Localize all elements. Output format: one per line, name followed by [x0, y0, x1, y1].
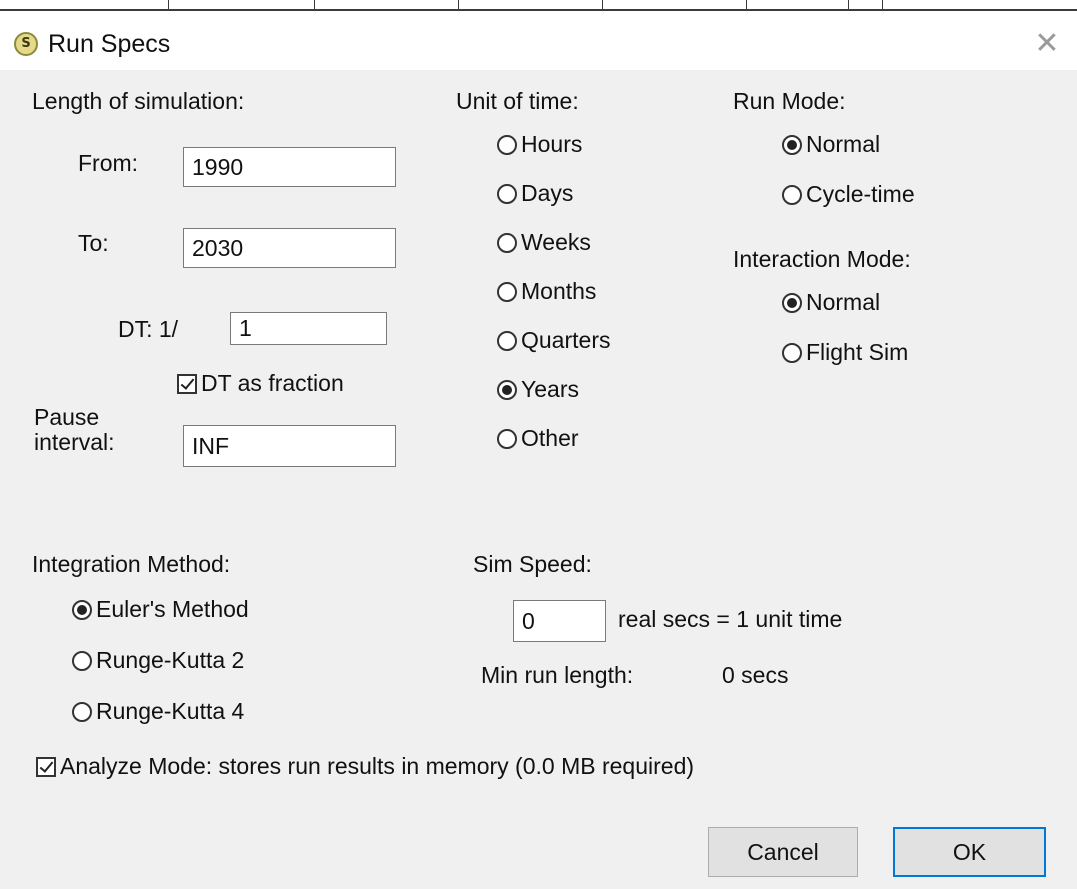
radio-label: Flight Sim	[806, 339, 909, 365]
to-label: To:	[78, 230, 109, 256]
run-mode-heading: Run Mode:	[733, 88, 846, 114]
checkbox-box[interactable]	[177, 373, 197, 394]
dialog-body: Length of simulation: From: To: DT: 1/ D…	[0, 70, 1077, 889]
radio-circle[interactable]	[497, 330, 517, 351]
pause-interval-label: Pause interval:	[34, 405, 115, 455]
radio-label: Quarters	[521, 327, 611, 353]
checkbox-box[interactable]	[36, 756, 56, 777]
radio-label: Cycle-time	[806, 181, 915, 207]
dt-input[interactable]	[230, 312, 387, 345]
radio-label: Hours	[521, 131, 583, 157]
to-input[interactable]	[183, 228, 396, 268]
radio-other[interactable]: Other	[497, 425, 579, 452]
radio-interaction-normal[interactable]: Normal	[782, 289, 880, 316]
radio-label: Runge-Kutta 4	[96, 698, 245, 724]
radio-label: Years	[521, 376, 579, 402]
interaction-mode-heading: Interaction Mode:	[733, 246, 911, 272]
radio-label: Other	[521, 425, 579, 451]
title-bar: S Run Specs ✕	[0, 12, 1077, 70]
radio-weeks[interactable]: Weeks	[497, 229, 591, 256]
radio-circle[interactable]	[497, 379, 517, 400]
radio-hours[interactable]: Hours	[497, 131, 582, 158]
radio-label: Months	[521, 278, 597, 304]
analyze-mode-label: Analyze Mode: stores run results in memo…	[60, 753, 695, 779]
analyze-mode-checkbox[interactable]: Analyze Mode: stores run results in memo…	[36, 753, 694, 780]
radio-years[interactable]: Years	[497, 376, 579, 403]
radio-label: Days	[521, 180, 574, 206]
window-title: Run Specs	[48, 30, 171, 58]
radio-circle[interactable]	[497, 428, 517, 449]
radio-runge-kutta-2[interactable]: Runge-Kutta 2	[72, 647, 244, 674]
sim-speed-input[interactable]	[513, 600, 606, 642]
radio-circle[interactable]	[497, 134, 517, 155]
close-icon[interactable]: ✕	[1030, 28, 1064, 62]
radio-cycle-time[interactable]: Cycle-time	[782, 181, 915, 208]
radio-label: Normal	[806, 131, 881, 157]
radio-flight-sim[interactable]: Flight Sim	[782, 339, 908, 366]
radio-quarters[interactable]: Quarters	[497, 327, 610, 354]
radio-circle[interactable]	[497, 232, 517, 253]
radio-run-normal[interactable]: Normal	[782, 131, 880, 158]
radio-label: Weeks	[521, 229, 591, 255]
from-input[interactable]	[183, 147, 396, 187]
radio-circle[interactable]	[72, 650, 92, 671]
radio-months[interactable]: Months	[497, 278, 596, 305]
pause-label-line2: interval:	[34, 429, 115, 455]
dt-fraction-checkbox[interactable]: DT as fraction	[177, 370, 344, 397]
cancel-button[interactable]: Cancel	[708, 827, 858, 877]
radio-label: Runge-Kutta 2	[96, 647, 245, 673]
radio-label: Euler's Method	[96, 596, 249, 622]
from-label: From:	[78, 150, 139, 176]
radio-euler[interactable]: Euler's Method	[72, 596, 249, 623]
radio-circle[interactable]	[782, 292, 802, 313]
integration-method-heading: Integration Method:	[32, 551, 231, 577]
sim-speed-heading: Sim Speed:	[473, 551, 592, 577]
length-heading: Length of simulation:	[32, 88, 245, 114]
min-run-length-label: Min run length:	[481, 662, 634, 688]
radio-circle[interactable]	[782, 134, 802, 155]
radio-runge-kutta-4[interactable]: Runge-Kutta 4	[72, 698, 244, 725]
dt-fraction-label: DT as fraction	[201, 370, 344, 396]
app-logo-icon: S	[14, 32, 38, 56]
radio-label: Normal	[806, 289, 881, 315]
radio-circle[interactable]	[497, 183, 517, 204]
sim-speed-suffix: real secs = 1 unit time	[618, 606, 843, 632]
radio-circle[interactable]	[782, 184, 802, 205]
radio-circle[interactable]	[497, 281, 517, 302]
radio-days[interactable]: Days	[497, 180, 573, 207]
strip-border	[0, 9, 1077, 11]
dt-label: DT: 1/	[118, 316, 179, 342]
unit-of-time-heading: Unit of time:	[456, 88, 579, 114]
radio-circle[interactable]	[72, 599, 92, 620]
pause-interval-input[interactable]	[183, 425, 396, 467]
pause-label-line1: Pause	[34, 404, 100, 430]
background-window-strip	[0, 0, 1077, 12]
ok-button[interactable]: OK	[893, 827, 1046, 877]
radio-circle[interactable]	[782, 342, 802, 363]
min-run-length-value: 0 secs	[722, 662, 789, 688]
radio-circle[interactable]	[72, 701, 92, 722]
